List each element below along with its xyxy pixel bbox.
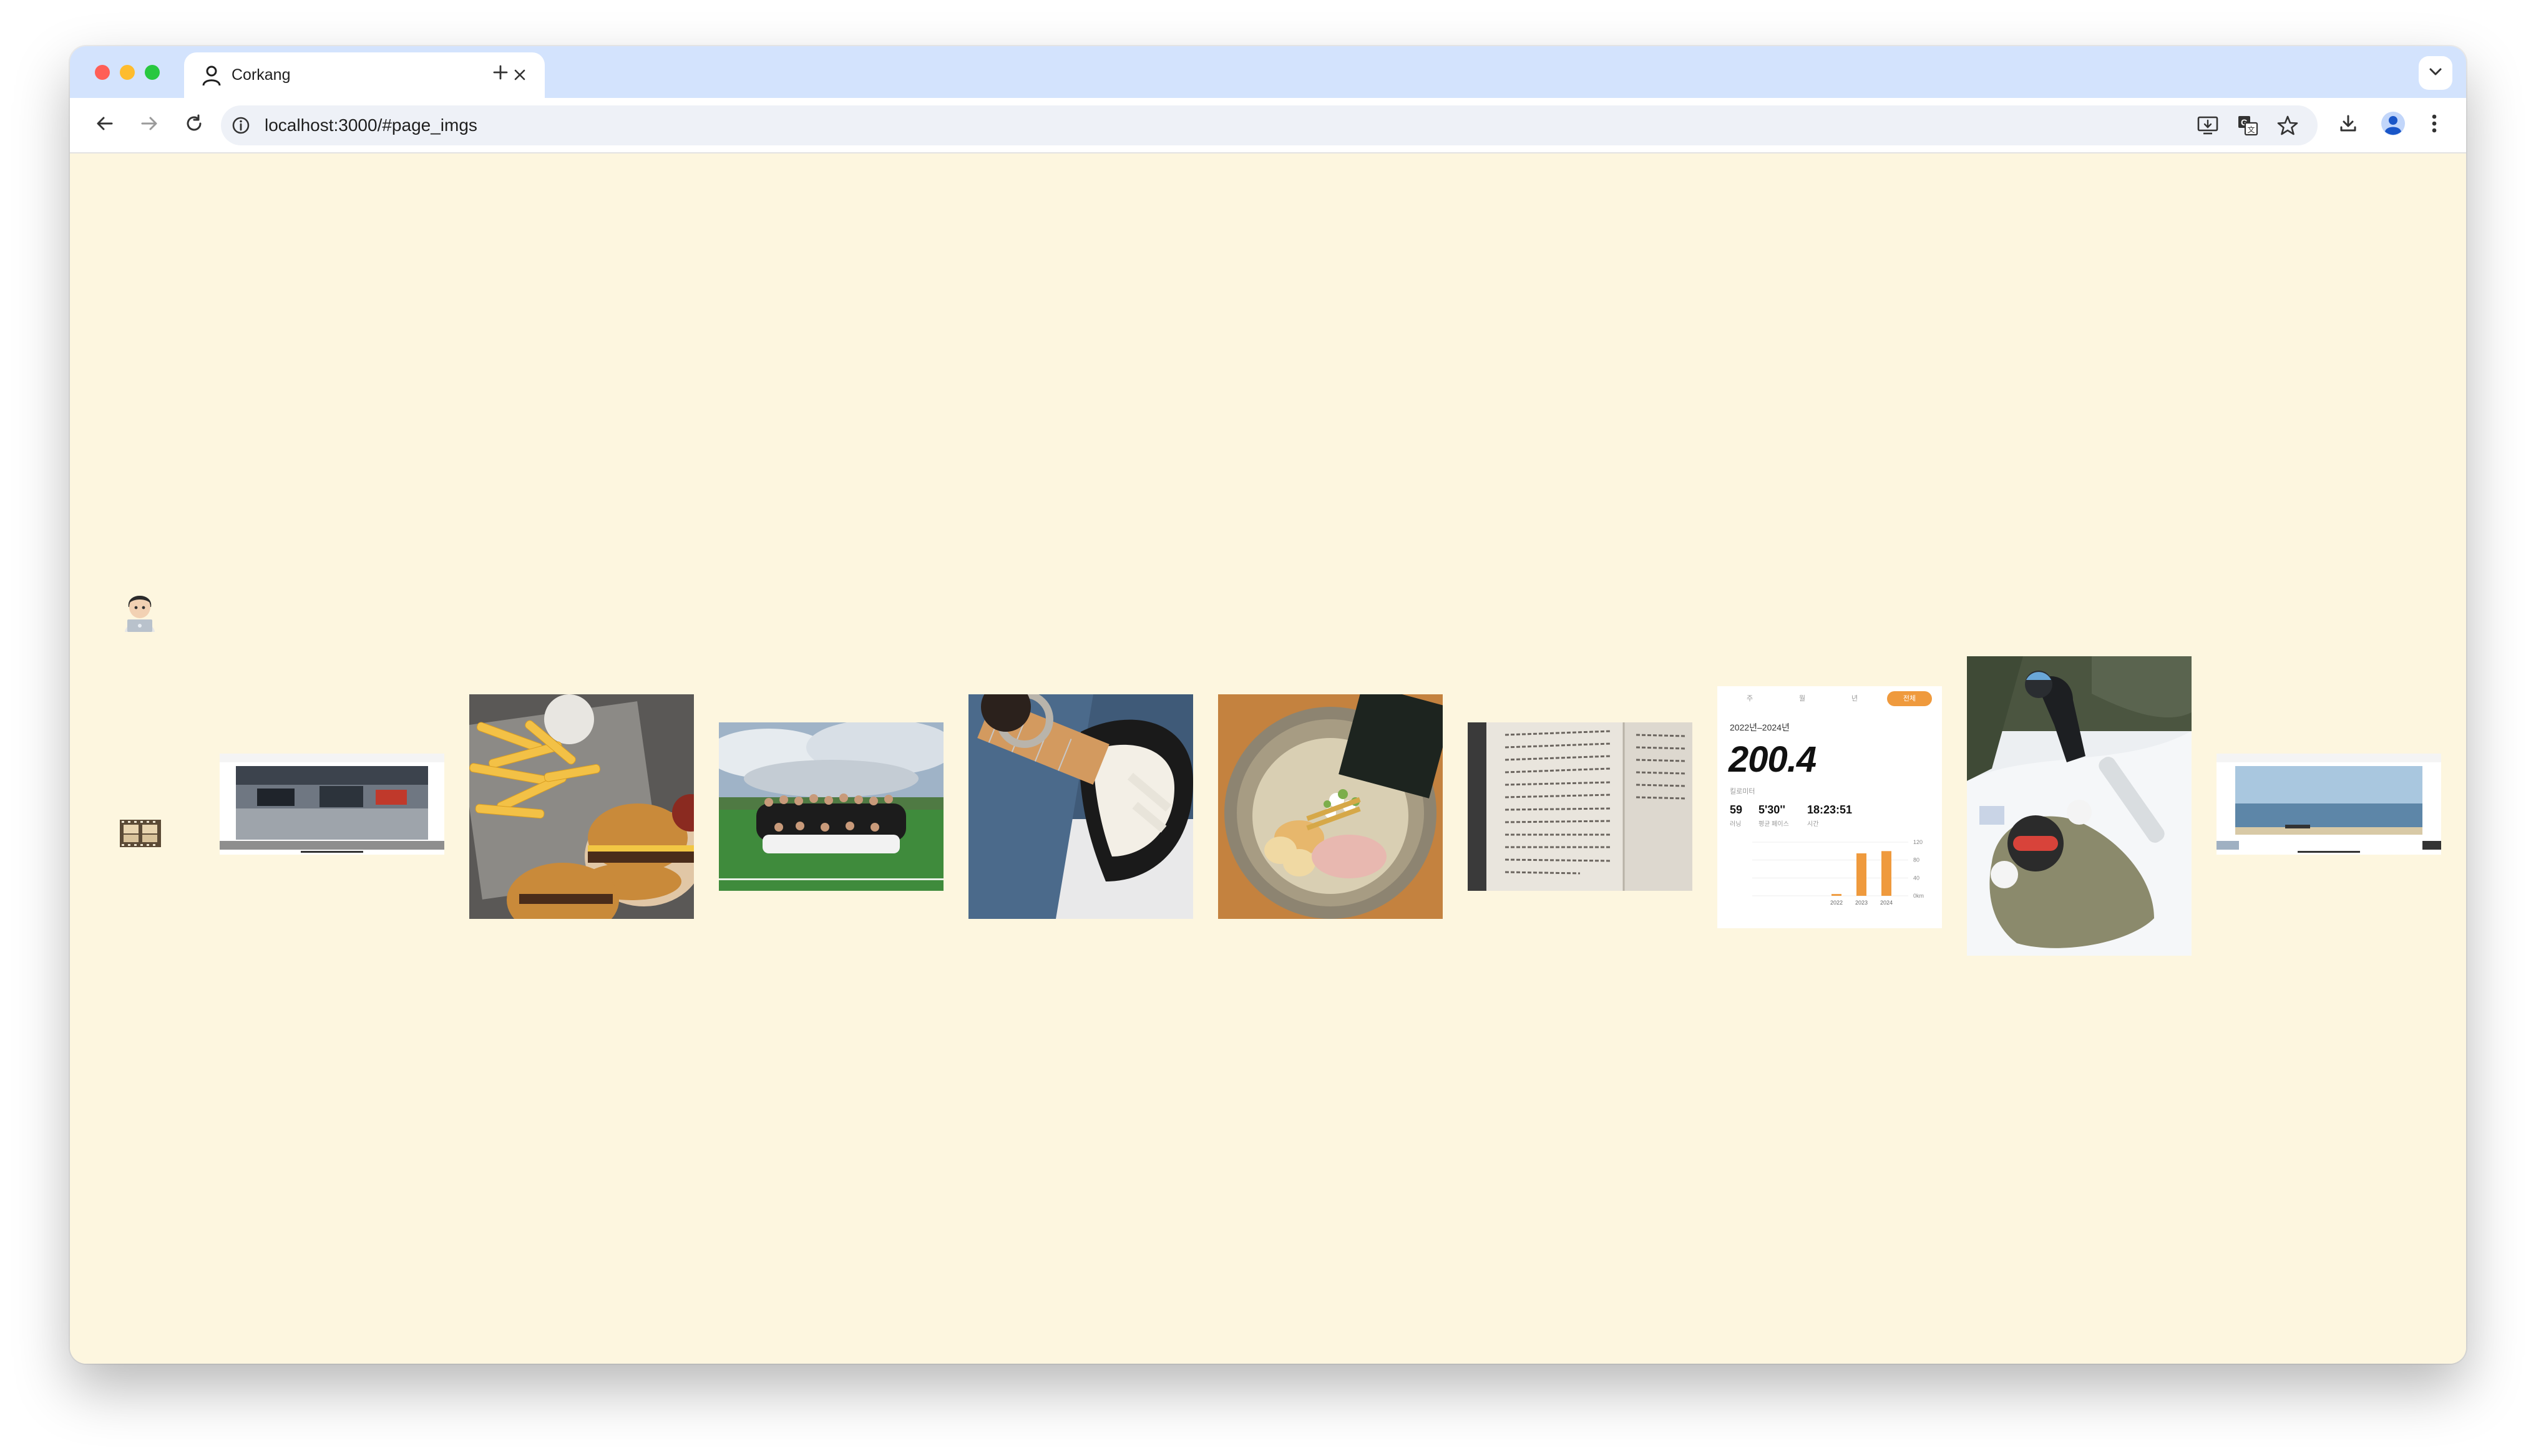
translate-icon[interactable]: G 文 [2234, 112, 2261, 139]
stats-distance: 200.4 [1729, 739, 1817, 780]
zoom-window-button[interactable] [145, 65, 160, 80]
reload-button[interactable] [176, 107, 212, 143]
chart-bar-2022 [1831, 894, 1841, 896]
bookmark-star-icon[interactable] [2274, 112, 2301, 139]
stats-runs-label: 러닝 [1730, 821, 1742, 828]
close-window-button[interactable] [95, 65, 110, 80]
info-icon[interactable] [230, 114, 252, 137]
back-icon [95, 114, 114, 136]
chart-y-tick-label: 120 [1913, 839, 1923, 845]
plus-icon [492, 64, 509, 84]
running-stats-screenshot[interactable]: 주 월 년 전체 2022년–2024년 200.4 킬로미터 59 러닝 5'… [1717, 686, 1942, 928]
downloads-button[interactable] [2330, 107, 2366, 143]
chart-x-tick-label: 2022 [1830, 900, 1843, 906]
chart-y-tick-label: 0km [1913, 893, 1924, 899]
menu-icon [2431, 114, 2437, 137]
stats-tab-year: 년 [1851, 695, 1858, 702]
browser-menu-button[interactable] [2416, 107, 2452, 143]
stats-range: 2022년–2024년 [1730, 722, 1790, 732]
chart-bar-2023 [1856, 853, 1866, 896]
tab-search-button[interactable] [2419, 56, 2452, 90]
chart-bar-2024 [1881, 851, 1891, 896]
profile-icon [2381, 111, 2406, 139]
stats-tabs: 주 월 년 전체 [1727, 691, 1932, 707]
stats-tab-month: 월 [1798, 695, 1806, 702]
soccer-team-photo[interactable] [719, 722, 944, 891]
install-app-icon[interactable] [2194, 112, 2221, 139]
screenshot-beach-page[interactable] [2217, 754, 2441, 855]
forward-icon [140, 114, 158, 136]
stats-pace: 5'30'' [1758, 803, 1785, 816]
chart-y-tick-label: 40 [1913, 875, 1919, 881]
forward-button[interactable] [131, 107, 167, 143]
stats-distance-unit: 킬로미터 [1730, 788, 1755, 795]
page-content: 주 월 년 전체 2022년–2024년 200.4 킬로미터 59 러닝 5'… [70, 153, 2466, 1364]
tab-title: Corkang [232, 66, 291, 84]
url-text: localhost:3000/#page_imgs [265, 115, 477, 135]
stats-tab-all: 전체 [1887, 691, 1932, 706]
minimize-window-button[interactable] [120, 65, 135, 80]
ramen-bowl-photo[interactable] [1218, 694, 1443, 919]
book-page-photo[interactable] [1468, 722, 1692, 891]
stats-pace-label: 평균 페이스 [1758, 821, 1789, 828]
stats-runs: 59 [1730, 803, 1743, 816]
guitar-photo[interactable] [968, 694, 1193, 919]
profile-button[interactable] [2375, 107, 2411, 143]
download-icon [2338, 114, 2358, 137]
back-button[interactable] [87, 107, 123, 143]
tab-strip: Corkang [70, 46, 2466, 98]
reload-icon [185, 114, 203, 136]
chart-x-tick-label: 2024 [1880, 900, 1893, 906]
snowboard-photo[interactable] [1967, 656, 2192, 956]
stats-time-label: 시간 [1807, 821, 1819, 828]
film-frames-emoji-icon[interactable] [119, 815, 162, 855]
chart-x-tick-label: 2023 [1855, 900, 1868, 906]
technologist-emoji-icon[interactable] [120, 588, 160, 635]
browser-window: Corkang localhost:3000/#page_imgs G 文 주 … [70, 46, 2466, 1364]
burger-fries-photo[interactable] [469, 694, 694, 919]
yearly-distance-chart: 0km 40 80 120 2022 2023 2024 [1752, 839, 1924, 906]
new-tab-button[interactable] [487, 60, 514, 87]
chevron-down-icon [2429, 67, 2442, 79]
address-bar[interactable]: localhost:3000/#page_imgs G 文 [221, 105, 2318, 145]
screenshot-gym-page[interactable] [220, 754, 444, 855]
svg-text:文: 文 [2247, 125, 2255, 134]
stats-tab-week: 주 [1746, 695, 1753, 702]
stats-time: 18:23:51 [1807, 803, 1853, 816]
browser-toolbar: localhost:3000/#page_imgs G 文 [70, 98, 2466, 153]
chart-y-tick-label: 80 [1913, 857, 1919, 863]
person-icon [202, 65, 222, 86]
